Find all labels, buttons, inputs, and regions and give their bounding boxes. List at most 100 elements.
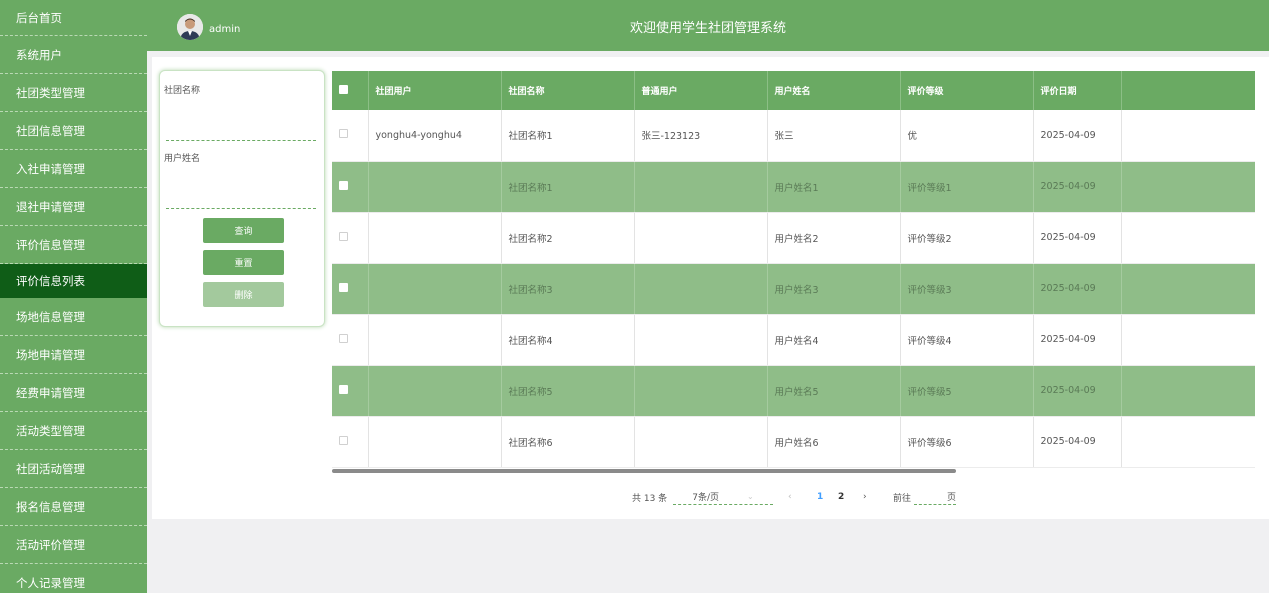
cell-normal-user	[634, 263, 768, 315]
sidebar-item-8[interactable]: 场地信息管理	[0, 298, 147, 336]
pagination-total: 共 13 条	[632, 493, 668, 504]
row-select-cell[interactable]	[332, 212, 369, 264]
reset-button[interactable]: 重置	[203, 250, 284, 275]
row-select-cell[interactable]	[332, 314, 369, 366]
cell-date: 2025-04-09	[1033, 416, 1122, 468]
column-header-5: 评价日期	[1033, 71, 1122, 110]
row-checkbox[interactable]	[339, 333, 348, 343]
sidebar-item-7[interactable]: 评价信息列表	[0, 264, 147, 298]
cell-date: 2025-04-09	[1033, 161, 1122, 213]
table-row[interactable]: 社团名称6用户姓名6评价等级62025-04-09详情	[332, 416, 1255, 468]
row-checkbox[interactable]	[339, 435, 348, 445]
page-2[interactable]: 2	[838, 489, 844, 505]
cell-club-name: 社团名称1	[501, 110, 635, 162]
sidebar-item-5[interactable]: 退社申请管理	[0, 188, 147, 226]
column-header-3: 用户姓名	[767, 71, 901, 110]
table-row[interactable]: 社团名称2用户姓名2评价等级22025-04-09详情	[332, 212, 1255, 264]
cell-club-user	[368, 263, 502, 315]
user-name-input[interactable]	[166, 193, 316, 209]
table-row[interactable]: yonghu4-yonghu4 社团名称1 张三-123123 张三优 2025-04-…	[332, 110, 1255, 162]
club-name-label: 社团名称	[164, 86, 201, 96]
chevron-down-icon: ⌄	[747, 492, 754, 501]
cell-grade: 评价等级2	[900, 212, 1034, 264]
cell-normal-user: 张三-123123	[634, 110, 768, 162]
search-panel: 社团名称 用户姓名 查询 重置 删除	[159, 70, 325, 327]
select-all-cell[interactable]	[332, 71, 369, 110]
sidebar-item-11[interactable]: 活动类型管理	[0, 412, 147, 450]
sidebar-item-4[interactable]: 入社申请管理	[0, 150, 147, 188]
cell-grade: 优	[900, 110, 1034, 162]
row-select-cell[interactable]	[332, 263, 369, 315]
sidebar-item-9[interactable]: 场地申请管理	[0, 336, 147, 374]
cell-club-name: 社团名称1	[501, 161, 635, 213]
page-size-select[interactable]: 7条/页 ⌄	[673, 489, 773, 505]
cell-spacer	[1121, 314, 1255, 366]
query-button[interactable]: 查询	[203, 218, 284, 243]
column-header-2: 普通用户	[634, 71, 768, 110]
delete-button[interactable]: 删除	[203, 282, 284, 307]
sidebar-item-14[interactable]: 活动评价管理	[0, 526, 147, 564]
cell-user-name: 用户姓名2	[767, 212, 901, 264]
table-row[interactable]: 社团名称5用户姓名5评价等级52025-04-09详情	[332, 365, 1255, 417]
cell-club-user	[368, 212, 502, 264]
table-header-row: 社团用户社团名称普通用户用户姓名评价等级评价日期操作	[332, 71, 1255, 110]
sidebar-item-6[interactable]: 评价信息管理	[0, 226, 147, 264]
cell-normal-user	[634, 161, 768, 213]
row-checkbox[interactable]	[339, 180, 348, 190]
sidebar-item-1[interactable]: 系统用户	[0, 36, 147, 74]
horizontal-scrollbar[interactable]	[332, 469, 956, 473]
table-row[interactable]: 社团名称4用户姓名4评价等级42025-04-09详情	[332, 314, 1255, 366]
row-select-cell[interactable]	[332, 110, 369, 162]
cell-club-name: 社团名称2	[501, 212, 635, 264]
club-name-input[interactable]	[166, 125, 316, 141]
cell-normal-user	[634, 314, 768, 366]
sidebar-item-15[interactable]: 个人记录管理	[0, 564, 147, 593]
cell-club-name: 社团名称5	[501, 365, 635, 417]
select-all-checkbox[interactable]	[339, 84, 348, 94]
column-header-0: 社团用户	[368, 71, 502, 110]
sidebar-item-12[interactable]: 社团活动管理	[0, 450, 147, 488]
page-1[interactable]: 1	[817, 489, 823, 505]
data-table: 社团用户社团名称普通用户用户姓名评价等级评价日期操作 yonghu4-yongh…	[332, 71, 1255, 471]
row-checkbox[interactable]	[339, 384, 348, 394]
sidebar-item-3[interactable]: 社团信息管理	[0, 112, 147, 150]
cell-date: 2025-04-09	[1033, 212, 1122, 264]
prev-page-icon[interactable]: ‹	[788, 489, 792, 505]
cell-date: 2025-04-09	[1033, 110, 1122, 162]
sidebar-item-13[interactable]: 报名信息管理	[0, 488, 147, 526]
row-checkbox[interactable]	[339, 231, 348, 241]
column-header-4: 评价等级	[900, 71, 1034, 110]
sidebar-item-2[interactable]: 社团类型管理	[0, 74, 147, 112]
cell-grade: 评价等级5	[900, 365, 1034, 417]
goto-page-input[interactable]: 页	[914, 489, 956, 505]
page-title: 欢迎使用学生社团管理系统	[629, 21, 786, 36]
cell-date: 2025-04-09	[1033, 263, 1122, 315]
row-select-cell[interactable]	[332, 161, 369, 213]
page-suffix: 页	[946, 493, 956, 503]
cell-user-name: 用户姓名5	[767, 365, 901, 417]
sidebar: 后台首页 系统用户 社团类型管理 社团信息管理 入社申请管理 退社申请管理 评价信息管理 评价…	[0, 0, 147, 593]
cell-spacer	[1121, 212, 1255, 264]
cell-date: 2025-04-09	[1033, 314, 1122, 366]
table-row[interactable]: 社团名称3用户姓名3评价等级32025-04-09详情	[332, 263, 1255, 315]
cell-spacer	[1121, 365, 1255, 417]
row-checkbox[interactable]	[339, 129, 348, 139]
sidebar-item-0[interactable]: 后台首页	[0, 0, 147, 36]
page-size-value: 7条/页	[692, 493, 720, 503]
cell-spacer	[1121, 263, 1255, 315]
cell-spacer	[1121, 161, 1255, 213]
cell-normal-user	[634, 212, 768, 264]
cell-club-user: yonghu4-yonghu4	[368, 110, 502, 162]
table-row[interactable]: 社团名称1用户姓名1评价等级12025-04-09详情	[332, 161, 1255, 213]
cell-user-name: 用户姓名4	[767, 314, 901, 366]
column-header-spacer	[1121, 71, 1255, 110]
cell-grade: 评价等级1	[900, 161, 1034, 213]
user-name-label: 用户姓名	[164, 154, 201, 164]
row-select-cell[interactable]	[332, 365, 369, 417]
cell-club-user	[368, 416, 502, 468]
sidebar-item-10[interactable]: 经费申请管理	[0, 374, 147, 412]
cell-club-name: 社团名称6	[501, 416, 635, 468]
row-checkbox[interactable]	[339, 282, 348, 292]
next-page-icon[interactable]: ›	[863, 489, 867, 505]
row-select-cell[interactable]	[332, 416, 369, 468]
